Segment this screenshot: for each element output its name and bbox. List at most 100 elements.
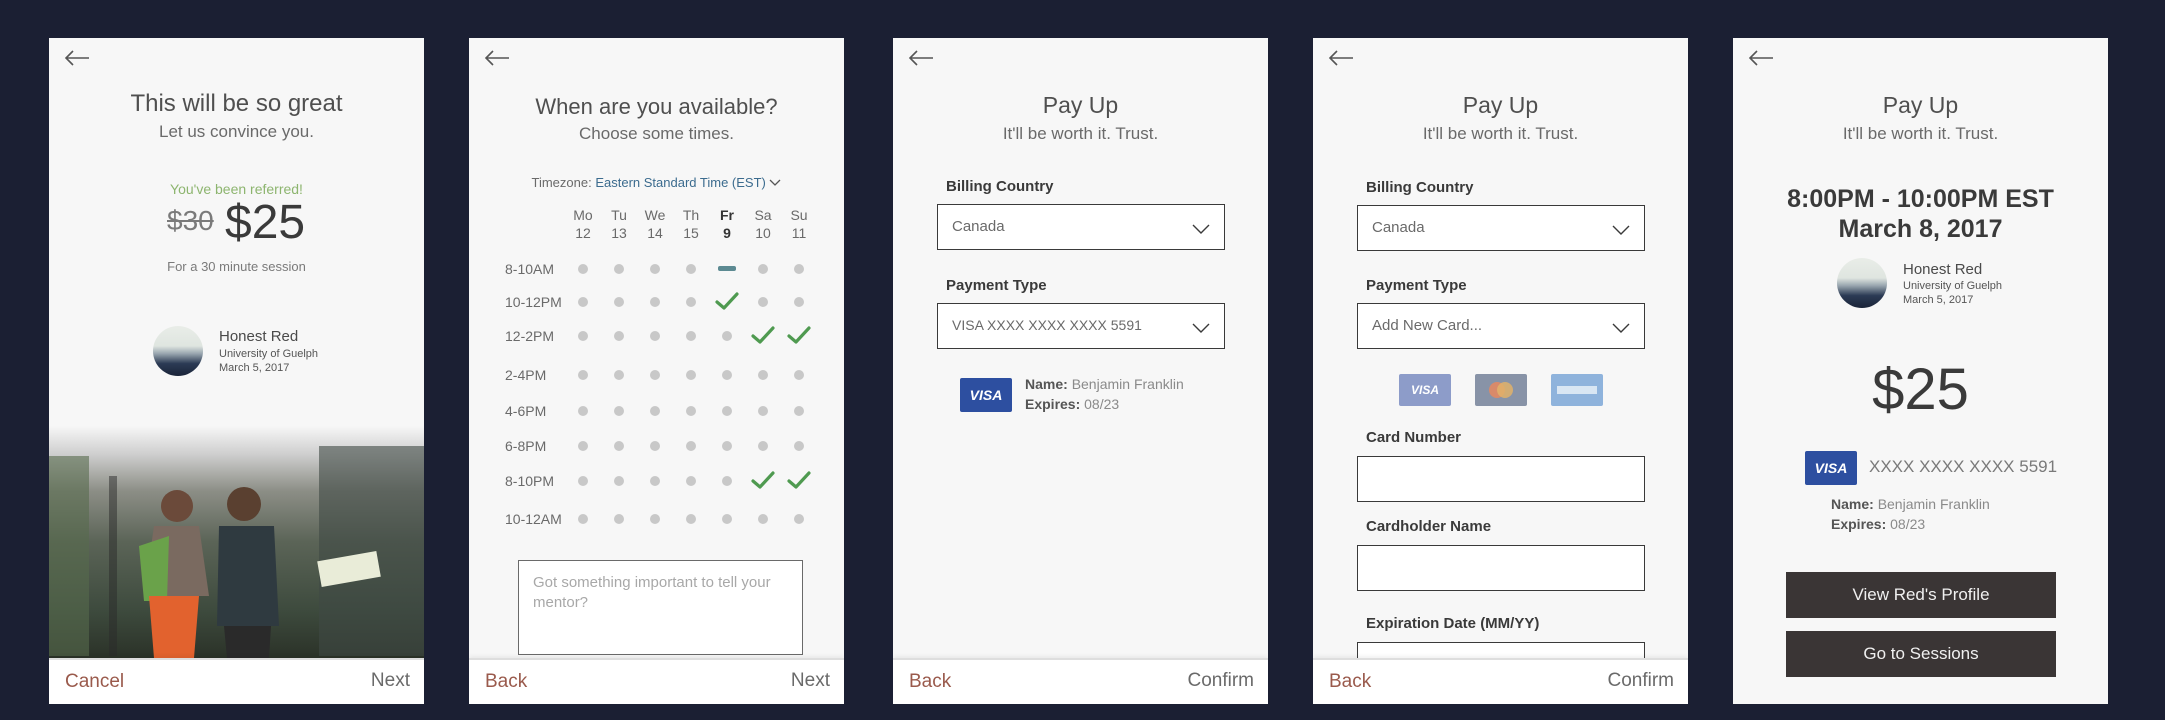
time-slot-dot[interactable] bbox=[758, 406, 768, 416]
billing-country-select[interactable]: Canada bbox=[1357, 205, 1645, 251]
time-slot-dot[interactable] bbox=[650, 264, 660, 274]
back-arrow-icon[interactable] bbox=[1327, 48, 1355, 68]
billing-country-value: Canada bbox=[1372, 219, 1425, 236]
day-header: Th 15 bbox=[674, 206, 708, 242]
chevron-down-icon bbox=[1192, 221, 1210, 238]
time-slot-dot[interactable] bbox=[614, 370, 624, 380]
time-slot-dot[interactable] bbox=[686, 406, 696, 416]
checkmark-icon[interactable] bbox=[715, 291, 739, 311]
card-expiry: 08/23 bbox=[1084, 396, 1120, 412]
time-slot-dot[interactable] bbox=[578, 514, 588, 524]
timezone-value[interactable]: Eastern Standard Time (EST) bbox=[595, 175, 766, 190]
time-slot-dot[interactable] bbox=[578, 331, 588, 341]
time-slot-dot[interactable] bbox=[686, 264, 696, 274]
time-slot-dot[interactable] bbox=[650, 476, 660, 486]
next-button[interactable]: Next bbox=[791, 670, 830, 692]
old-price: $30 bbox=[167, 205, 214, 236]
time-slot-dot[interactable] bbox=[686, 297, 696, 307]
time-slot-dot[interactable] bbox=[722, 514, 732, 524]
back-button[interactable]: Back bbox=[485, 671, 527, 693]
time-slot-dot[interactable] bbox=[614, 406, 624, 416]
time-slot-dot[interactable] bbox=[686, 514, 696, 524]
confirm-button[interactable]: Confirm bbox=[1187, 670, 1254, 692]
time-slot-dot[interactable] bbox=[758, 264, 768, 274]
visa-card-icon[interactable]: VISA bbox=[1399, 374, 1451, 406]
cardholder-name-field[interactable] bbox=[1357, 545, 1645, 591]
time-slot-dot[interactable] bbox=[650, 331, 660, 341]
payment-type-value: VISA XXXX XXXX XXXX 5591 bbox=[952, 317, 1142, 333]
chevron-down-icon bbox=[769, 175, 781, 190]
billing-country-select[interactable]: Canada bbox=[937, 204, 1225, 250]
time-slot-label: 6-8PM bbox=[505, 438, 547, 454]
time-slot-dot[interactable] bbox=[578, 441, 588, 451]
time-slot-dot[interactable] bbox=[614, 264, 624, 274]
time-slot-dot[interactable] bbox=[614, 441, 624, 451]
time-slot-dot[interactable] bbox=[758, 441, 768, 451]
checkmark-icon[interactable] bbox=[787, 470, 811, 490]
time-slot-dot[interactable] bbox=[614, 514, 624, 524]
time-slot-dot[interactable] bbox=[578, 406, 588, 416]
time-slot-dot[interactable] bbox=[578, 476, 588, 486]
time-slot-dot[interactable] bbox=[794, 297, 804, 307]
time-slot-dot[interactable] bbox=[650, 370, 660, 380]
confirm-button[interactable]: Confirm bbox=[1607, 670, 1674, 692]
partial-slot-marker[interactable] bbox=[718, 266, 736, 271]
card-number-field[interactable] bbox=[1357, 456, 1645, 502]
view-profile-button[interactable]: View Red's Profile bbox=[1786, 572, 2056, 618]
page-title: Pay Up bbox=[1042, 92, 1119, 118]
mentor-note-input[interactable]: Got something important to tell your men… bbox=[518, 560, 803, 655]
time-slot-dot[interactable] bbox=[686, 331, 696, 341]
checkmark-icon[interactable] bbox=[751, 470, 775, 490]
mentor-name: Honest Red bbox=[219, 328, 299, 345]
time-slot-dot[interactable] bbox=[794, 406, 804, 416]
time-slot-dot[interactable] bbox=[758, 297, 768, 307]
time-slot-dot[interactable] bbox=[794, 514, 804, 524]
time-slot-dot[interactable] bbox=[794, 441, 804, 451]
time-slot-dot[interactable] bbox=[614, 331, 624, 341]
time-slot-dot[interactable] bbox=[758, 370, 768, 380]
time-slot-dot[interactable] bbox=[722, 441, 732, 451]
payment-type-select[interactable]: Add New Card... bbox=[1357, 303, 1645, 349]
checkmark-icon[interactable] bbox=[787, 325, 811, 345]
time-slot-dot[interactable] bbox=[722, 406, 732, 416]
time-slot-dot[interactable] bbox=[578, 264, 588, 274]
payment-type-select[interactable]: VISA XXXX XXXX XXXX 5591 bbox=[937, 303, 1225, 349]
cardholder-name-line: Name: Benjamin Franklin bbox=[1025, 374, 1184, 394]
bottom-action-bar: Cancel Next bbox=[49, 658, 424, 704]
time-slot-dot[interactable] bbox=[758, 514, 768, 524]
name-label: Name: bbox=[1025, 376, 1068, 392]
back-arrow-icon[interactable] bbox=[907, 48, 935, 68]
card-expiry-line: Expires: 08/23 bbox=[1831, 514, 1925, 534]
day-name: Sa bbox=[754, 207, 772, 223]
time-slot-dot[interactable] bbox=[794, 370, 804, 380]
back-button[interactable]: Back bbox=[909, 671, 951, 693]
time-slot-dot[interactable] bbox=[578, 370, 588, 380]
time-slot-dot[interactable] bbox=[650, 514, 660, 524]
time-slot-dot[interactable] bbox=[722, 331, 732, 341]
time-slot-dot[interactable] bbox=[794, 264, 804, 274]
timezone-selector[interactable]: Timezone: Eastern Standard Time (EST) bbox=[469, 175, 844, 190]
next-button[interactable]: Next bbox=[371, 670, 410, 692]
time-slot-dot[interactable] bbox=[650, 297, 660, 307]
cancel-button[interactable]: Cancel bbox=[65, 671, 124, 693]
back-arrow-icon[interactable] bbox=[1747, 48, 1775, 68]
back-button[interactable]: Back bbox=[1329, 671, 1371, 693]
back-arrow-icon[interactable] bbox=[483, 48, 511, 68]
time-slot-dot[interactable] bbox=[686, 476, 696, 486]
time-slot-dot[interactable] bbox=[722, 370, 732, 380]
time-slot-dot[interactable] bbox=[686, 441, 696, 451]
back-arrow-icon[interactable] bbox=[63, 48, 91, 68]
checkmark-icon[interactable] bbox=[751, 325, 775, 345]
amex-card-icon[interactable] bbox=[1551, 374, 1603, 406]
time-slot-dot[interactable] bbox=[578, 297, 588, 307]
page-subtitle: It'll be worth it. Trust. bbox=[1422, 124, 1579, 143]
time-slot-dot[interactable] bbox=[614, 476, 624, 486]
go-to-sessions-button[interactable]: Go to Sessions bbox=[1786, 631, 2056, 677]
time-slot-dot[interactable] bbox=[614, 297, 624, 307]
mastercard-icon[interactable] bbox=[1475, 374, 1527, 406]
time-slot-dot[interactable] bbox=[650, 441, 660, 451]
time-slot-dot[interactable] bbox=[686, 370, 696, 380]
time-slot-dot[interactable] bbox=[722, 476, 732, 486]
billing-country-label: Billing Country bbox=[946, 178, 1054, 195]
time-slot-dot[interactable] bbox=[650, 406, 660, 416]
